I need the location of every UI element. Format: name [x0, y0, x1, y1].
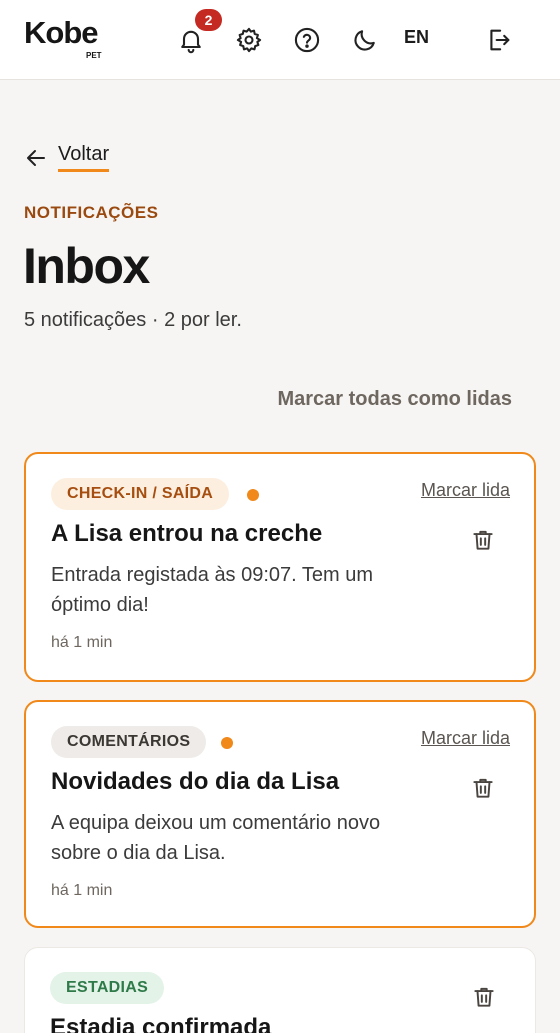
unread-dot	[247, 489, 259, 501]
moon-icon	[354, 30, 375, 51]
help-button[interactable]	[287, 20, 327, 60]
logo[interactable]: Kobe PET	[24, 15, 102, 61]
logout-button[interactable]	[479, 20, 519, 60]
category-tag: CHECK-IN / SAÍDA	[51, 478, 230, 510]
page-title: Inbox	[23, 238, 150, 294]
category-tag: COMENTÁRIOS	[51, 726, 207, 758]
trash-icon	[473, 778, 493, 798]
page-subtitle: 5 notificações · 2 por ler.	[24, 309, 242, 331]
notification-time: há 1 min	[51, 634, 113, 651]
language-switch[interactable]: EN	[404, 27, 429, 48]
notification-time: há 1 min	[51, 882, 113, 899]
notification-title: Novidades do dia da Lisa	[51, 768, 340, 795]
trash-icon	[473, 530, 493, 550]
delete-button[interactable]	[470, 527, 496, 553]
section-eyebrow: NOTIFICAÇÕES	[24, 203, 159, 222]
settings-button[interactable]	[229, 20, 269, 60]
bell-icon	[181, 30, 201, 54]
delete-button[interactable]	[470, 775, 496, 801]
mark-read-link[interactable]: Marcar lida	[421, 480, 510, 501]
back-link[interactable]: Voltar	[24, 143, 110, 172]
notification-card[interactable]: CHECK-IN / SAÍDA Marcar lida A Lisa entr…	[24, 452, 536, 682]
dark-mode-toggle[interactable]	[345, 20, 385, 60]
mark-all-read-button[interactable]: Marcar todas como lidas	[277, 388, 512, 411]
arrow-left-icon	[27, 149, 45, 166]
notification-body: Entrada registada às 09:07. Tem um óptim…	[51, 564, 374, 616]
trash-icon	[474, 987, 494, 1007]
logo-subtext: PET	[86, 51, 102, 60]
help-icon	[294, 27, 320, 53]
mark-read-link[interactable]: Marcar lida	[421, 728, 510, 749]
notification-body: A equipa deixou um comentário novo sobre…	[51, 812, 381, 864]
delete-button[interactable]	[471, 984, 497, 1010]
top-bar: Kobe PET 2 EN	[0, 0, 560, 80]
logo-text: Kobe	[24, 15, 98, 50]
category-tag: ESTADIAS	[50, 972, 165, 1004]
unread-dot	[221, 737, 233, 749]
back-label: Voltar	[58, 143, 110, 172]
notification-card[interactable]: ESTADIAS Estadia confirmada	[24, 947, 536, 1033]
notification-count-badge: 2	[195, 9, 222, 31]
notification-title: A Lisa entrou na creche	[51, 520, 323, 547]
gear-icon	[236, 27, 262, 53]
logout-icon	[490, 29, 510, 51]
notification-card[interactable]: COMENTÁRIOS Marcar lida Novidades do dia…	[24, 700, 536, 928]
notification-title: Estadia confirmada	[50, 1014, 272, 1033]
